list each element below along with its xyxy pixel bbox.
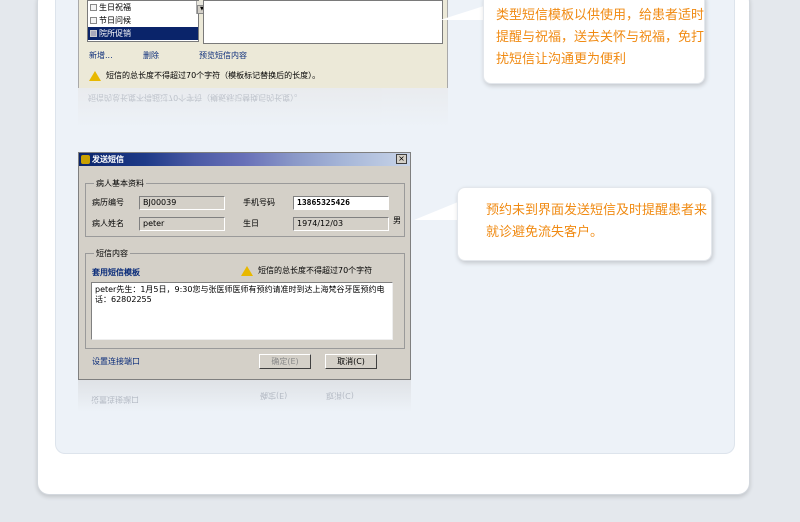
- port-settings-link[interactable]: 设置连接端口: [92, 356, 140, 367]
- length-warning-row: 短信的总长度不得超过70个字符: [241, 265, 372, 276]
- templates-callout-text: 类型短信模板以供使用，给患者适时提醒与祝福，送去关怀与祝福，免打扰短信让沟通更为…: [496, 8, 705, 67]
- templates-window: 生日祝福 节日问候 院所促销 ▼ 新增... 删除 预览短信内容 短信的总长度不…: [78, 0, 448, 128]
- template-icon: [90, 30, 97, 37]
- list-item[interactable]: 生日祝福: [88, 1, 198, 14]
- apply-template-link[interactable]: 套用短信模板: [92, 267, 140, 278]
- patient-name-field[interactable]: peter: [139, 217, 225, 231]
- template-icon: [90, 17, 97, 24]
- patient-info-label: 病人基本资料: [94, 178, 146, 189]
- templates-callout: 类型短信模板以供使用，给患者适时提醒与祝福，送去关怀与祝福，免打扰短信让沟通更为…: [483, 0, 705, 84]
- dialog-title: 发送短信: [92, 155, 124, 164]
- window-reflection: 短信的总长度不得超过70个字符（模板标记替换后的长度）。: [78, 88, 448, 128]
- send-callout-text: 预约未到界面发送短信及时提醒患者来就诊避免流失客户。: [486, 203, 708, 240]
- warning-icon: [241, 265, 253, 276]
- templates-window-body: 生日祝福 节日问候 院所促销 ▼ 新增... 删除 预览短信内容 短信的总长度不…: [78, 0, 448, 88]
- template-icon: [90, 4, 97, 11]
- phone-label: 手机号码: [243, 198, 275, 207]
- gender-value: 男: [393, 216, 401, 225]
- list-item[interactable]: 节日问候: [88, 14, 198, 27]
- list-item-selected[interactable]: 院所促销: [88, 27, 198, 40]
- reflection-text: 确定(E): [260, 391, 288, 400]
- birthday-field[interactable]: 1974/12/03: [293, 217, 389, 231]
- callout-pointer: [440, 6, 484, 20]
- dialog-reflection: 设置连接端口 确定(E) 取消(C): [78, 380, 411, 412]
- patient-info-group: 病人基本资料 病历编号 BJ00039 手机号码 13865325426 病人姓…: [85, 178, 405, 237]
- template-preview-area[interactable]: [203, 0, 443, 44]
- reflection-text: 设置连接端口: [91, 395, 139, 404]
- delete-template-link[interactable]: 删除: [143, 50, 159, 61]
- reflection-text: 短信的总长度不得超过70个字符（模板标记替换后的长度）。: [88, 93, 303, 102]
- template-list[interactable]: 生日祝福 节日问候 院所促销 ▼: [87, 0, 206, 42]
- phone-field[interactable]: 13865325426: [293, 196, 389, 210]
- send-callout: 预约未到界面发送短信及时提醒患者来就诊避免流失客户。: [457, 187, 712, 261]
- preview-link[interactable]: 预览短信内容: [199, 50, 247, 61]
- record-no-label: 病历编号: [92, 198, 124, 207]
- callout-pointer: [414, 202, 458, 220]
- patient-name-label: 病人姓名: [92, 219, 124, 228]
- cancel-button[interactable]: 取消(C): [325, 354, 377, 369]
- app-icon: [81, 155, 90, 164]
- send-sms-dialog: 发送短信 × 病人基本资料 病历编号 BJ00039 手机号码 13865325…: [78, 152, 411, 380]
- record-no-field[interactable]: BJ00039: [139, 196, 225, 210]
- ok-button[interactable]: 确定(E): [259, 354, 311, 369]
- add-template-link[interactable]: 新增...: [89, 50, 113, 61]
- message-group-label: 短信内容: [94, 248, 130, 259]
- warning-icon: [89, 70, 101, 81]
- message-textarea[interactable]: peter先生：1月5日，9:30您与张医师医师有预约请准时到达上海梵谷牙医预约…: [91, 282, 393, 340]
- length-warning: 短信的总长度不得超过70个字符（模板标记替换后的长度）。: [89, 70, 320, 81]
- reflection-text: 取消(C): [326, 391, 354, 400]
- dialog-titlebar[interactable]: 发送短信 ×: [79, 153, 410, 166]
- close-icon[interactable]: ×: [396, 154, 407, 164]
- birthday-label: 生日: [243, 219, 259, 228]
